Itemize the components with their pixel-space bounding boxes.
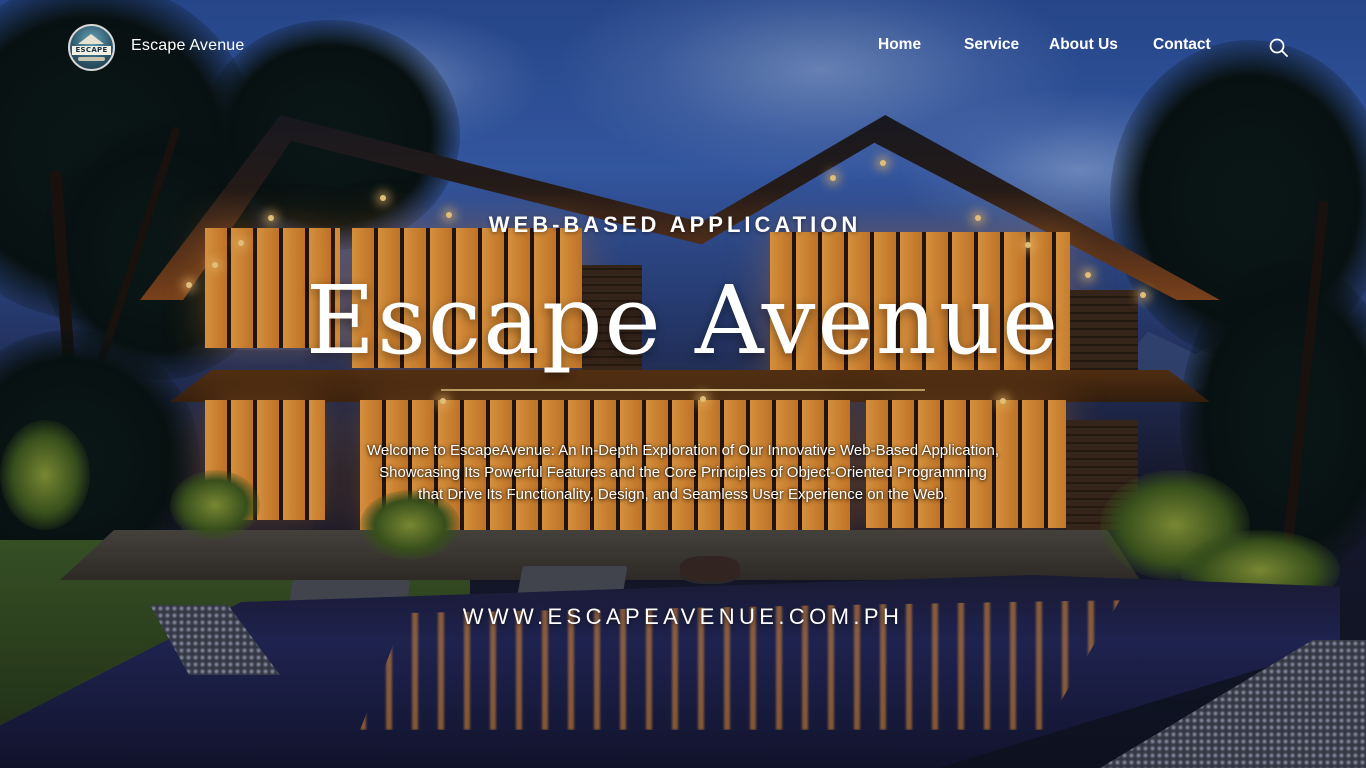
brand-link[interactable]: ESCAPE Escape Avenue [68, 24, 245, 71]
nav-about-us[interactable]: About Us [1049, 36, 1118, 54]
hero-description-line: that Drive Its Functionality, Design, an… [418, 486, 948, 503]
hero-description: Welcome to EscapeAvenue: An In-Depth Exp… [300, 440, 1066, 506]
hero-section: ESCAPE Escape Avenue Home Service About … [0, 0, 1366, 768]
title-divider [441, 389, 925, 391]
nav-home[interactable]: Home [878, 36, 921, 54]
brand-name: Escape Avenue [131, 36, 245, 54]
search-button[interactable] [1268, 37, 1290, 59]
hero-description-line: Showcasing Its Powerful Features and the… [379, 464, 987, 481]
search-icon [1269, 38, 1288, 57]
nav-contact[interactable]: Contact [1153, 36, 1211, 54]
nav-service[interactable]: Service [964, 36, 1019, 54]
hero-eyebrow: WEB-BASED APPLICATION [488, 212, 862, 237]
website-link[interactable]: WWW.ESCAPEAVENUE.COM.PH [0, 604, 1366, 630]
hero-title: Escape Avenue [305, 266, 1061, 376]
logo-text: ESCAPE [72, 46, 111, 55]
logo: ESCAPE [68, 24, 115, 71]
header: ESCAPE Escape Avenue Home Service About … [0, 0, 1366, 92]
hero-description-line: Welcome to EscapeAvenue: An In-Depth Exp… [366, 442, 1000, 459]
